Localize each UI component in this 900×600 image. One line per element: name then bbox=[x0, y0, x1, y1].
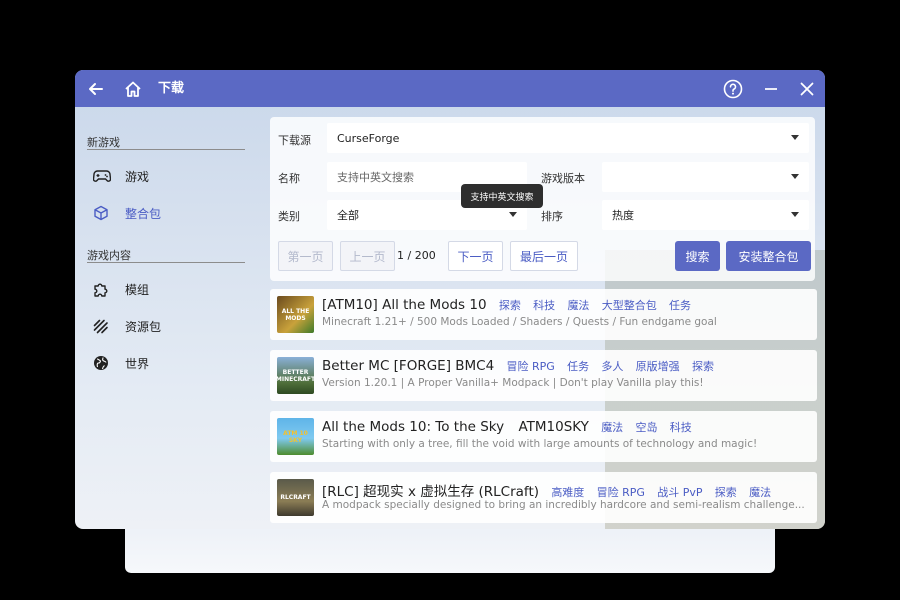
name-label: 名称 bbox=[278, 172, 300, 185]
version-dropdown[interactable] bbox=[602, 162, 809, 192]
arrow-left-icon bbox=[89, 82, 103, 95]
version-label: 游戏版本 bbox=[541, 172, 585, 185]
minimize-icon bbox=[765, 87, 777, 90]
result-tag: 战斗 PvP bbox=[657, 486, 703, 499]
download-window: 下载 新游戏 游戏 整合包 游戏内容 模组 资源包 世界 下载源 CurseFo… bbox=[75, 70, 825, 529]
result-title: [ATM10] All the Mods 10 bbox=[322, 297, 487, 313]
next-page-button[interactable]: 下一页 bbox=[448, 241, 503, 271]
result-title: [RLC] 超现实 x 虚拟生存 (RLCraft) bbox=[322, 484, 540, 500]
sidebar-item-game[interactable]: 游戏 bbox=[87, 161, 247, 191]
modpack-thumbnail: BETTER MINECRAFT bbox=[277, 357, 314, 394]
chevron-down-icon bbox=[791, 135, 799, 140]
chevron-down-icon bbox=[791, 212, 799, 217]
title-bar: 下载 bbox=[75, 70, 825, 107]
prev-page-button[interactable]: 上一页 bbox=[340, 241, 395, 271]
search-tooltip: 支持中英文搜索 bbox=[461, 184, 543, 208]
result-tag: 原版增强 bbox=[635, 360, 680, 373]
result-tag: 大型整合包 bbox=[601, 299, 657, 312]
result-tag: ATM10SKY bbox=[518, 419, 589, 435]
result-card-atm10sky[interactable]: ATM 10 SKY All the Mods 10: To the Sky A… bbox=[270, 411, 817, 462]
modpack-thumbnail: RLCRAFT bbox=[277, 479, 314, 516]
home-icon bbox=[125, 81, 141, 97]
source-dropdown[interactable]: CurseForge bbox=[327, 123, 809, 153]
source-label: 下载源 bbox=[278, 134, 311, 147]
sidebar-item-modpack[interactable]: 整合包 bbox=[87, 198, 247, 228]
last-page-button[interactable]: 最后一页 bbox=[510, 241, 578, 271]
category-label: 类别 bbox=[278, 210, 300, 223]
chevron-down-icon bbox=[791, 174, 799, 179]
sidebar-item-worlds[interactable]: 世界 bbox=[87, 348, 247, 378]
result-tag: 探索 bbox=[498, 299, 521, 312]
sidebar-item-label: 世界 bbox=[125, 356, 150, 371]
globe-icon bbox=[93, 355, 115, 371]
result-tag: 魔法 bbox=[567, 299, 590, 312]
result-description: Minecraft 1.21+ / 500 Mods Loaded / Shad… bbox=[322, 316, 717, 328]
close-icon bbox=[800, 82, 814, 95]
result-tag: 科技 bbox=[669, 421, 692, 434]
sort-dropdown[interactable]: 热度 bbox=[602, 200, 809, 230]
gamepad-icon bbox=[93, 169, 115, 183]
resourcepack-icon bbox=[93, 318, 115, 334]
back-button[interactable] bbox=[85, 70, 107, 107]
result-tag: 冒险 RPG bbox=[596, 486, 645, 499]
result-title: All the Mods 10: To the Sky bbox=[322, 419, 505, 435]
sidebar-item-label: 资源包 bbox=[125, 319, 162, 334]
result-tag: 空岛 bbox=[635, 421, 658, 434]
result-description: Version 1.20.1 | A Proper Vanilla+ Modpa… bbox=[322, 377, 704, 389]
result-tag: 任务 bbox=[669, 299, 692, 312]
result-tag: 魔法 bbox=[601, 421, 624, 434]
category-value: 全部 bbox=[337, 209, 359, 222]
result-tag: 科技 bbox=[533, 299, 556, 312]
home-button[interactable] bbox=[122, 70, 144, 107]
puzzle-icon bbox=[93, 281, 115, 297]
help-button[interactable] bbox=[721, 70, 745, 107]
modpack-thumbnail: ATM 10 SKY bbox=[277, 418, 314, 455]
sort-value: 热度 bbox=[612, 209, 634, 222]
sidebar-item-resourcepacks[interactable]: 资源包 bbox=[87, 311, 247, 341]
search-button[interactable]: 搜索 bbox=[675, 241, 720, 271]
result-tag: 探索 bbox=[714, 486, 737, 499]
result-title: Better MC [FORGE] BMC4 bbox=[322, 358, 495, 374]
sidebar-item-label: 整合包 bbox=[125, 206, 162, 221]
section-title-game-content: 游戏内容 bbox=[87, 249, 131, 262]
name-placeholder: 支持中英文搜索 bbox=[337, 171, 414, 184]
source-value: CurseForge bbox=[337, 131, 400, 145]
chevron-down-icon bbox=[509, 212, 517, 217]
help-icon bbox=[723, 79, 743, 98]
result-tag: 魔法 bbox=[749, 486, 772, 499]
result-description: Starting with only a tree, fill the void… bbox=[322, 438, 758, 450]
first-page-button[interactable]: 第一页 bbox=[278, 241, 333, 271]
result-tag: 任务 bbox=[567, 360, 590, 373]
result-card-rlcraft[interactable]: RLCRAFT [RLC] 超现实 x 虚拟生存 (RLCraft) 高难度 冒… bbox=[270, 472, 817, 523]
section-title-new-game: 新游戏 bbox=[87, 136, 120, 149]
result-description: A modpack specially designed to bring an… bbox=[322, 499, 805, 511]
result-card-bmc4[interactable]: BETTER MINECRAFT Better MC [FORGE] BMC4 … bbox=[270, 350, 817, 401]
page-indicator: 1 / 200 bbox=[397, 249, 436, 262]
cube-icon bbox=[93, 205, 115, 221]
close-button[interactable] bbox=[795, 70, 819, 107]
result-card-atm10[interactable]: ALL THE MODS [ATM10] All the Mods 10 探索 … bbox=[270, 289, 817, 340]
minimize-button[interactable] bbox=[759, 70, 783, 107]
section-divider bbox=[87, 149, 245, 150]
modpack-thumbnail: ALL THE MODS bbox=[277, 296, 314, 333]
install-modpack-button[interactable]: 安装整合包 bbox=[726, 241, 811, 271]
result-tag: 多人 bbox=[601, 360, 624, 373]
sort-label: 排序 bbox=[541, 210, 563, 223]
result-tag: 高难度 bbox=[551, 486, 585, 499]
window-title: 下载 bbox=[158, 81, 185, 96]
section-divider bbox=[87, 262, 245, 263]
result-tag: 探索 bbox=[691, 360, 714, 373]
sidebar: 新游戏 游戏 整合包 游戏内容 模组 资源包 世界 bbox=[75, 107, 260, 529]
sidebar-item-mods[interactable]: 模组 bbox=[87, 274, 247, 304]
result-tag: 冒险 RPG bbox=[506, 360, 555, 373]
sidebar-item-label: 游戏 bbox=[125, 169, 150, 184]
sidebar-item-label: 模组 bbox=[125, 282, 150, 297]
